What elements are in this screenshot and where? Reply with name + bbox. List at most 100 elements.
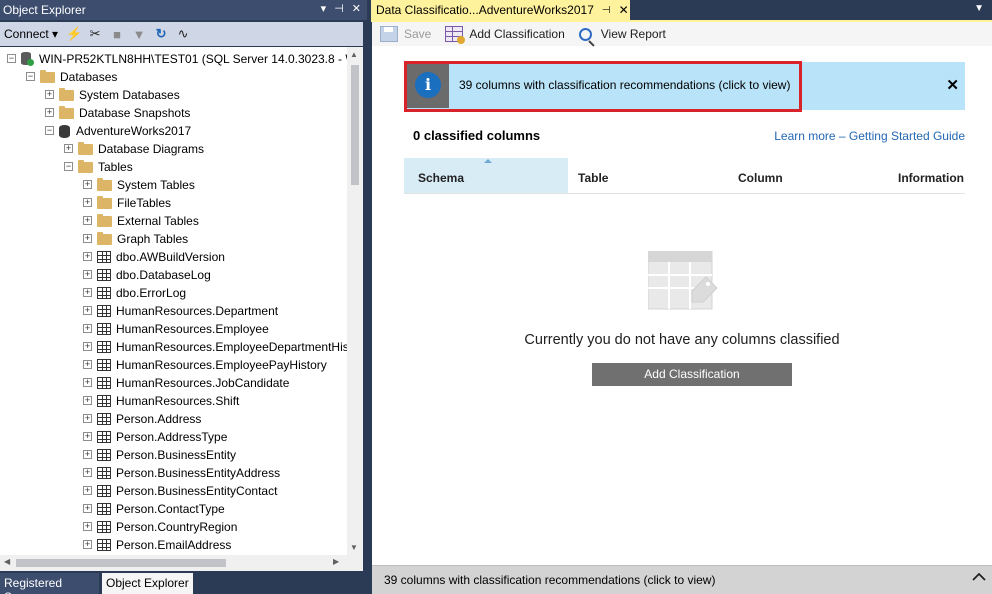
expand-icon[interactable]: + [83,270,92,279]
tree-node[interactable]: Person.BusinessEntityAddress [97,464,280,482]
tree-node[interactable]: System Databases [59,86,180,104]
recommendations-message[interactable]: 39 columns with classification recommend… [459,78,790,92]
data-classification-document: Save Add Classification View Report i 39… [372,22,992,565]
expand-icon[interactable]: + [83,468,92,477]
dismiss-notification-icon[interactable]: ✕ [946,76,959,94]
expand-icon[interactable]: + [83,486,92,495]
pin-icon[interactable]: ⊣ [334,2,344,15]
tree-node[interactable]: dbo.DatabaseLog [97,266,211,284]
tree-node[interactable]: External Tables [97,212,199,230]
window-position-icon[interactable]: ▾ [321,2,327,15]
tree-node[interactable]: Person.Address [97,410,201,428]
expand-icon[interactable]: + [83,540,92,549]
horizontal-scroll-thumb[interactable] [16,559,226,567]
view-report-button[interactable]: View Report [578,27,666,41]
tree-node[interactable]: Person.EmailAddress [97,536,231,554]
document-list-dropdown-icon[interactable]: ▼ [974,3,984,14]
tab-data-classification[interactable]: Data Classificatio...AdventureWorks2017 … [371,0,630,20]
refresh-icon[interactable]: ↻ [154,26,168,42]
tree-node-label: HumanResources.Employee [116,322,269,336]
tree-node[interactable]: dbo.ErrorLog [97,284,186,302]
add-classification-toolbar-button[interactable]: Add Classification [445,26,565,44]
connect-plug-icon[interactable]: ⚡ [66,26,82,42]
chevron-up-icon[interactable] [972,570,986,584]
tree-node[interactable]: HumanResources.Shift [97,392,239,410]
vertical-scroll-thumb[interactable] [351,65,359,185]
expand-icon[interactable]: + [45,108,54,117]
close-tab-icon[interactable]: ✕ [619,3,629,17]
tree-node[interactable]: Person.BusinessEntity [97,446,236,464]
status-bar-text[interactable]: 39 columns with classification recommend… [384,573,715,587]
tab-registered-servers[interactable]: Registered Servers [0,573,99,594]
expand-icon[interactable]: + [83,342,92,351]
column-header-column[interactable]: Column [738,158,888,193]
scroll-left-arrow-icon[interactable]: ◀ [4,557,10,566]
tree-node[interactable]: Databases [40,68,117,86]
disconnect-icon[interactable]: ✂ [88,26,102,42]
tab-object-explorer[interactable]: Object Explorer [102,573,193,594]
collapse-icon[interactable]: − [45,126,54,135]
expand-icon[interactable]: + [83,306,92,315]
column-header-schema[interactable]: Schema [404,158,568,193]
tree-node[interactable]: HumanResources.Employee [97,320,269,338]
tree-node[interactable]: FileTables [97,194,171,212]
close-icon[interactable]: ✕ [352,2,361,15]
tree-node[interactable]: HumanResources.Department [97,302,278,320]
expand-icon[interactable]: + [83,414,92,423]
column-header-table[interactable]: Table [578,158,728,193]
table-icon [97,485,111,497]
activity-monitor-icon[interactable]: ∿ [176,26,190,42]
tree-node[interactable]: Graph Tables [97,230,188,248]
expand-icon[interactable]: + [83,288,92,297]
expand-icon[interactable]: + [83,180,92,189]
tree-node[interactable]: Person.AddressType [97,428,227,446]
tree-node[interactable]: HumanResources.EmployeePayHistory [97,356,327,374]
save-button[interactable]: Save [380,26,431,42]
vertical-scrollbar[interactable]: ▲ ▼ [347,47,363,555]
stop-icon[interactable]: ■ [110,27,124,42]
tree-node[interactable]: System Tables [97,176,195,194]
column-header-information[interactable]: Information [898,158,965,193]
expand-icon[interactable]: + [83,432,92,441]
learn-more-link[interactable]: Learn more – Getting Started Guide [774,129,965,143]
connect-dropdown[interactable]: Connect ▾ [4,27,58,41]
expand-icon[interactable]: + [83,360,92,369]
expand-icon[interactable]: + [83,378,92,387]
expand-icon[interactable]: + [83,396,92,405]
tree-node[interactable]: Person.ContactType [97,500,225,518]
folder-icon [97,213,112,227]
tree-node-label: Person.BusinessEntityContact [116,484,278,498]
tree-node[interactable]: HumanResources.JobCandidate [97,374,289,392]
expand-icon[interactable]: + [83,324,92,333]
horizontal-scrollbar[interactable]: ◀ ▶ [0,555,363,571]
tree-node[interactable]: Person.BusinessEntityContact [97,482,277,500]
expand-icon[interactable]: + [45,90,54,99]
expand-icon[interactable]: + [64,144,73,153]
tree-node[interactable]: WIN-PR52KTLN8HH\TEST01 (SQL Server 14.0.… [21,50,347,68]
tree-node[interactable]: Database Diagrams [78,140,204,158]
tree-node[interactable]: Database Snapshots [59,104,190,122]
collapse-icon[interactable]: − [26,72,35,81]
filter-icon[interactable]: ▼ [132,27,146,42]
recommendations-notification[interactable]: i 39 columns with classification recomme… [404,62,965,110]
expand-icon[interactable]: + [83,198,92,207]
add-classification-button[interactable]: Add Classification [592,363,792,386]
expand-icon[interactable]: + [83,216,92,225]
expand-icon[interactable]: + [83,450,92,459]
tree-node[interactable]: Tables [78,158,133,176]
collapse-icon[interactable]: − [7,54,16,63]
scroll-up-arrow-icon[interactable]: ▲ [350,50,358,59]
expand-icon[interactable]: + [83,252,92,261]
scroll-down-arrow-icon[interactable]: ▼ [350,543,358,552]
tree-node[interactable]: HumanResources.EmployeeDepartmentHis [97,338,347,356]
collapse-icon[interactable]: − [64,162,73,171]
expand-icon[interactable]: + [83,522,92,531]
recommendations-status-bar[interactable]: 39 columns with classification recommend… [372,565,992,594]
scroll-right-arrow-icon[interactable]: ▶ [333,557,339,566]
expand-icon[interactable]: + [83,504,92,513]
tree-node[interactable]: dbo.AWBuildVersion [97,248,225,266]
tree-node[interactable]: AdventureWorks2017 [59,122,191,140]
tree-node[interactable]: Person.CountryRegion [97,518,237,536]
expand-icon[interactable]: + [83,234,92,243]
pin-tab-icon[interactable]: ⊣ [602,5,611,16]
